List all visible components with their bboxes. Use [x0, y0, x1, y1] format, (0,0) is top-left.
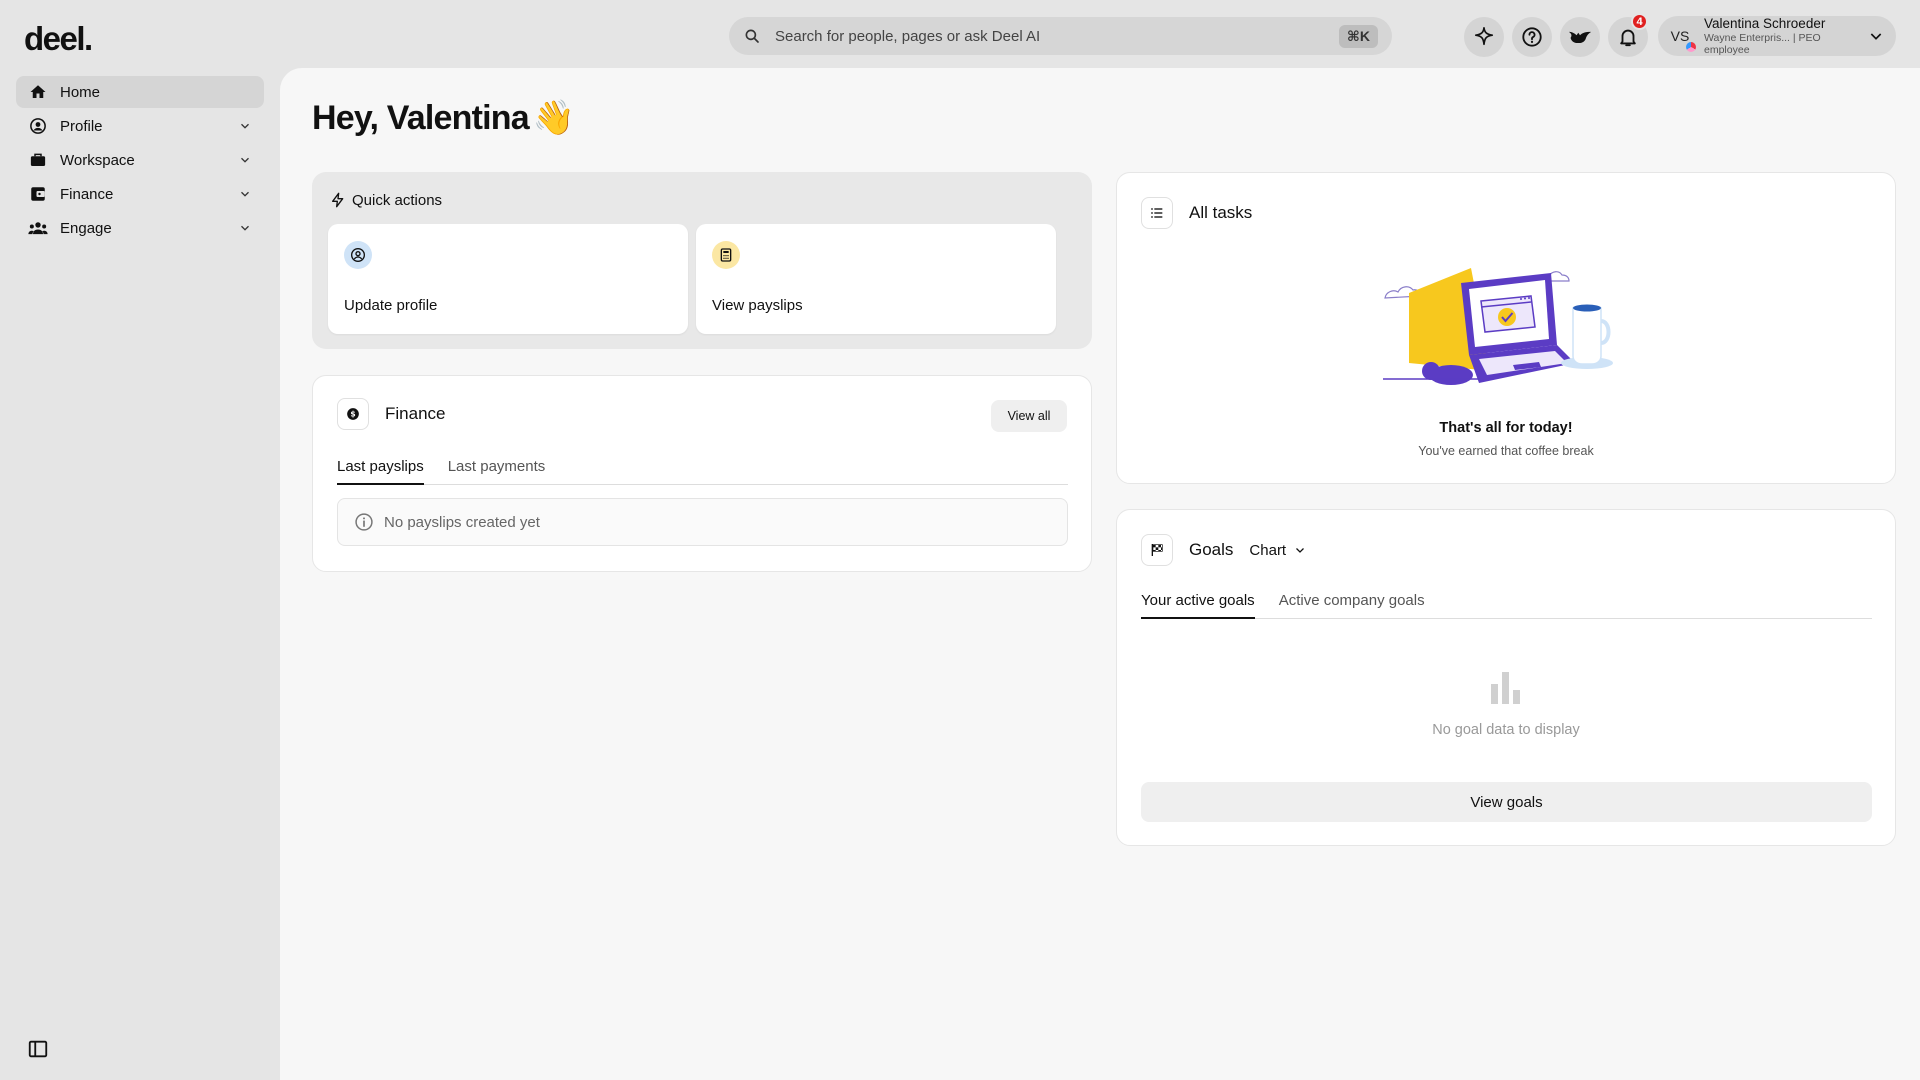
finance-tabs: Last payslips Last payments	[337, 458, 1068, 485]
bird-icon	[1568, 31, 1592, 43]
update-profile-card[interactable]: Update profile	[328, 224, 688, 334]
quick-actions-panel: Quick actions Update profile View paysli…	[312, 172, 1092, 349]
view-payslips-card[interactable]: View payslips	[696, 224, 1056, 334]
finance-card: $ Finance View all Last payslips Last pa…	[312, 375, 1092, 572]
user-menu[interactable]: VS Valentina Schroeder Wayne Enterpris..…	[1658, 16, 1896, 56]
sidebar-nav: Home Profile Workspace Finance Engage	[16, 76, 264, 246]
tasks-title: All tasks	[1189, 203, 1253, 222]
payslips-empty-state: No payslips created yet	[337, 498, 1068, 546]
lightning-icon	[332, 192, 344, 208]
tasks-empty-subtitle: You've earned that coffee break	[1418, 444, 1594, 458]
sidebar-item-label: Engage	[60, 219, 112, 237]
dollar-coin-icon: $	[337, 398, 369, 430]
sidebar-item-label: Home	[60, 83, 101, 101]
view-goals-button[interactable]: View goals	[1141, 782, 1872, 822]
notification-badge: 4	[1631, 13, 1648, 30]
tab-last-payments[interactable]: Last payments	[448, 458, 546, 484]
user-subtitle: Wayne Enterpris... | PEO employee	[1704, 31, 1821, 56]
chevron-down-icon	[1870, 33, 1882, 40]
deel-logo[interactable]: deel.	[24, 20, 93, 58]
user-circle-icon	[344, 241, 372, 269]
greeting-text: Hey, Valentina	[312, 98, 530, 137]
tab-last-payslips[interactable]: Last payslips	[337, 458, 424, 485]
view-mode-label: Chart	[1249, 541, 1287, 559]
search-input[interactable]	[775, 27, 1339, 45]
global-search[interactable]: ⌘K	[729, 17, 1392, 55]
empty-message: No payslips created yet	[384, 513, 540, 531]
card-label: Update profile	[344, 297, 438, 314]
quick-actions-label: Quick actions	[352, 191, 443, 209]
sidebar-item-label: Profile	[60, 117, 103, 135]
goals-title: Goals	[1189, 540, 1234, 559]
svg-text:$: $	[350, 410, 355, 419]
laptop-coffee-illustration	[1383, 268, 1613, 385]
chevron-down-icon	[241, 157, 249, 163]
avatar: VS	[1664, 20, 1697, 53]
card-label: View payslips	[712, 297, 803, 314]
tab-your-active-goals[interactable]: Your active goals	[1141, 592, 1255, 619]
user-name: Valentina Schroeder	[1704, 16, 1826, 32]
tab-active-company-goals[interactable]: Active company goals	[1279, 592, 1425, 618]
tasks-card: All tasks That's all for today! You've e…	[1116, 172, 1896, 484]
bar-chart-icon	[1491, 672, 1520, 704]
finance-title: Finance	[385, 404, 446, 423]
tasks-empty-title: That's all for today!	[1439, 420, 1573, 436]
company-flag-icon	[1685, 41, 1697, 53]
chevron-down-icon	[241, 191, 249, 197]
question-circle-icon	[1522, 27, 1542, 47]
chevron-down-icon	[241, 123, 249, 129]
sidebar-item-label: Workspace	[60, 151, 135, 169]
search-icon	[745, 29, 759, 43]
list-icon	[1141, 197, 1173, 229]
page-title: Hey, Valentina 👋	[312, 98, 575, 138]
notifications-button[interactable]: 4	[1608, 13, 1648, 57]
view-mode-dropdown[interactable]: Chart	[1249, 542, 1306, 559]
briefcase-icon	[28, 150, 48, 170]
goals-tabs: Your active goals Active company goals	[1141, 592, 1872, 619]
sidebar-item-home[interactable]: Home	[16, 76, 264, 108]
bird-button[interactable]	[1560, 17, 1600, 57]
user-circle-icon	[28, 116, 48, 136]
view-all-button[interactable]: View all	[991, 400, 1067, 432]
people-icon	[28, 218, 48, 238]
chevron-down-icon	[1296, 548, 1305, 553]
goals-empty-message: No goal data to display	[1432, 722, 1580, 738]
calculator-icon	[712, 241, 740, 269]
wallet-icon	[28, 184, 48, 204]
search-shortcut: ⌘K	[1338, 24, 1378, 48]
quick-actions-title: Quick actions	[330, 191, 442, 209]
info-icon	[355, 513, 373, 531]
sidebar-item-engage[interactable]: Engage	[16, 212, 264, 244]
sidebar-item-label: Finance	[60, 185, 114, 203]
sidebar-item-finance[interactable]: Finance	[16, 178, 264, 210]
sidebar-collapse-icon[interactable]	[27, 1038, 49, 1060]
home-icon	[28, 82, 48, 102]
ai-sparkle-button[interactable]	[1464, 17, 1504, 57]
chevron-down-icon	[241, 225, 249, 231]
sparkle-icon	[1474, 27, 1494, 46]
flag-icon	[1141, 534, 1173, 566]
sidebar-item-profile[interactable]: Profile	[16, 110, 264, 142]
help-button[interactable]	[1512, 17, 1552, 57]
sidebar-item-workspace[interactable]: Workspace	[16, 144, 264, 176]
goals-card: Goals Chart Your active goals Active com…	[1116, 509, 1896, 846]
wave-emoji: 👋	[532, 99, 575, 137]
